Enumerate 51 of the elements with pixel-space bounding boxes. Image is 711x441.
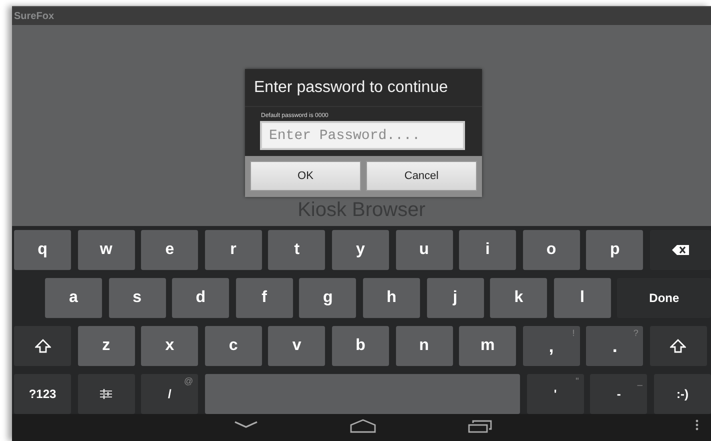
backspace-key[interactable]	[650, 230, 711, 270]
letter-key[interactable]: a	[45, 278, 102, 318]
recent-apps-icon[interactable]	[468, 419, 492, 433]
letter-key[interactable]: g	[299, 278, 356, 318]
window-title: SureFox	[14, 10, 54, 22]
alternate-character: ?	[633, 328, 638, 338]
backspace-icon	[672, 244, 689, 256]
letter-key[interactable]: y	[332, 230, 389, 270]
cancel-button[interactable]: Cancel	[366, 161, 477, 191]
symbol-key[interactable]: :-)	[654, 374, 711, 414]
letter-key[interactable]: q	[14, 230, 71, 270]
letter-key[interactable]: h	[362, 278, 420, 318]
letter-key[interactable]: o	[522, 230, 580, 270]
password-field[interactable]: Enter Password....	[260, 121, 465, 150]
shift-key[interactable]	[650, 326, 707, 366]
letter-key[interactable]: l	[554, 278, 611, 318]
letter-key[interactable]: v	[268, 326, 326, 366]
letter-key[interactable]: w	[78, 230, 135, 270]
letter-key[interactable]: x	[141, 326, 198, 366]
ok-button[interactable]: OK	[250, 161, 361, 191]
letter-key[interactable]: j	[426, 278, 484, 318]
alternate-character: "	[576, 376, 579, 386]
letter-key[interactable]: i	[459, 230, 516, 270]
letter-key[interactable]: k	[490, 278, 548, 318]
letter-key[interactable]: t	[268, 230, 326, 270]
symbol-key[interactable]: ?123	[14, 374, 71, 414]
letter-key[interactable]: s	[108, 278, 166, 318]
letter-key[interactable]: c	[204, 326, 262, 366]
menu-icon[interactable]	[695, 419, 699, 431]
shift-icon	[670, 339, 686, 353]
dialog-title: Enter password to continue	[245, 69, 482, 107]
done-key[interactable]: Done	[617, 278, 711, 318]
letter-key[interactable]: m	[459, 326, 516, 366]
back-icon[interactable]	[234, 419, 258, 430]
sliders-icon	[100, 388, 112, 400]
alternate-character: @	[184, 376, 194, 386]
alternate-character: _	[637, 376, 642, 386]
home-icon[interactable]	[350, 419, 376, 433]
shift-key[interactable]	[14, 326, 71, 366]
letter-key[interactable]: f	[236, 278, 293, 318]
letter-key[interactable]: u	[396, 230, 453, 270]
letter-key[interactable]: n	[396, 326, 453, 366]
shift-icon	[34, 339, 50, 353]
letter-key[interactable]: b	[332, 326, 389, 366]
alternate-character: !	[572, 328, 575, 338]
letter-key[interactable]: z	[78, 326, 135, 366]
letter-key[interactable]: e	[141, 230, 198, 270]
settings-key[interactable]	[78, 374, 135, 414]
letter-key[interactable]: p	[586, 230, 644, 270]
letter-key[interactable]: r	[204, 230, 262, 270]
letter-key[interactable]: d	[172, 278, 230, 318]
